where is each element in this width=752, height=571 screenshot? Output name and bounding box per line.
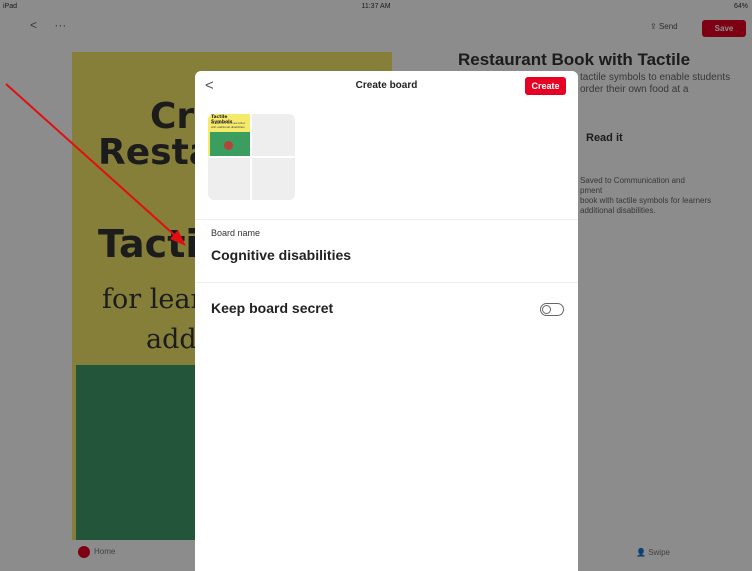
ipad-screen: iPad 11:37 AM 64% < ··· ⇪ Send Save Cr R…	[0, 0, 752, 571]
annotation-arrow	[5, 83, 186, 246]
annotation-arrow-line	[5, 83, 181, 241]
